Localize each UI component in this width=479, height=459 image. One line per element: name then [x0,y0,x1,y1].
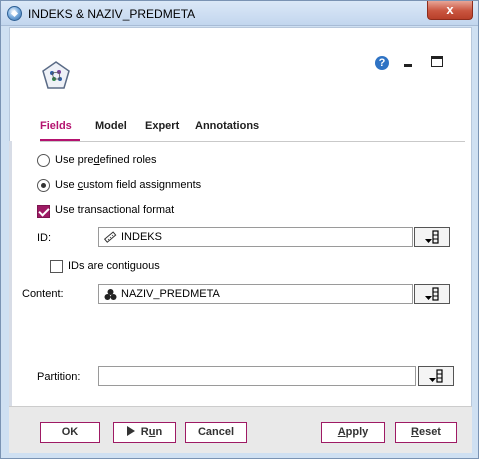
partition-label: Partition: [37,371,81,383]
transactional-format-checkbox[interactable] [37,205,50,218]
dialog-window: INDEKS & NAZIV_PREDMETA x ? Fields Model… [0,0,479,459]
tab-model[interactable]: Model [95,120,127,132]
play-icon [126,426,135,436]
run-button[interactable]: Run [113,422,176,443]
content-field[interactable]: NAZIV_PREDMETA [98,284,413,304]
minimize-panel-icon[interactable] [404,64,412,67]
ids-contiguous-checkbox[interactable] [50,260,63,273]
tab-expert[interactable]: Expert [145,120,179,132]
active-tab-indicator [40,139,80,141]
tab-annotations[interactable]: Annotations [195,120,259,132]
ids-contiguous-label[interactable]: IDs are contiguous [68,260,160,272]
app-icon [7,6,22,21]
tab-bar: Fields Model Expert Annotations [40,120,465,142]
predefined-roles-radio[interactable] [37,154,50,167]
dialog-body: ? Fields Model Expert Annotations Use pr… [9,27,472,453]
left-edge-strip [9,141,12,406]
id-field-picker-button[interactable] [414,227,450,247]
apriori-node-icon [42,61,70,89]
partition-field-picker-button[interactable] [418,366,454,386]
id-field-value: INDEKS [121,231,162,243]
ok-button[interactable]: OK [40,422,100,443]
tab-fields[interactable]: Fields [40,120,72,132]
title-bar[interactable]: INDEKS & NAZIV_PREDMETA x [1,1,478,26]
help-icon[interactable]: ? [375,56,389,70]
partition-field[interactable] [98,366,416,386]
field-picker-icon [429,369,443,383]
transactional-format-label[interactable]: Use transactional format [55,204,174,216]
custom-assignments-radio[interactable] [37,179,50,192]
field-picker-icon [425,230,439,244]
custom-assignments-label[interactable]: Use custom field assignments [55,179,201,191]
cancel-button[interactable]: Cancel [185,422,247,443]
content-field-value: NAZIV_PREDMETA [121,288,220,300]
id-label: ID: [37,232,52,244]
close-button[interactable]: x [427,1,473,20]
field-picker-icon [425,287,439,301]
button-bar: OK Run Cancel Apply Reset [9,406,472,453]
id-field[interactable]: INDEKS [98,227,413,247]
set-icon [104,289,117,300]
predefined-roles-label[interactable]: Use predefined roles [55,154,157,166]
content-label: Content: [22,288,64,300]
apply-button[interactable]: Apply [321,422,385,443]
reset-button[interactable]: Reset [395,422,457,443]
ruler-icon [104,231,117,243]
window-title: INDEKS & NAZIV_PREDMETA [28,7,196,21]
content-field-picker-button[interactable] [414,284,450,304]
maximize-panel-icon[interactable] [431,56,443,67]
